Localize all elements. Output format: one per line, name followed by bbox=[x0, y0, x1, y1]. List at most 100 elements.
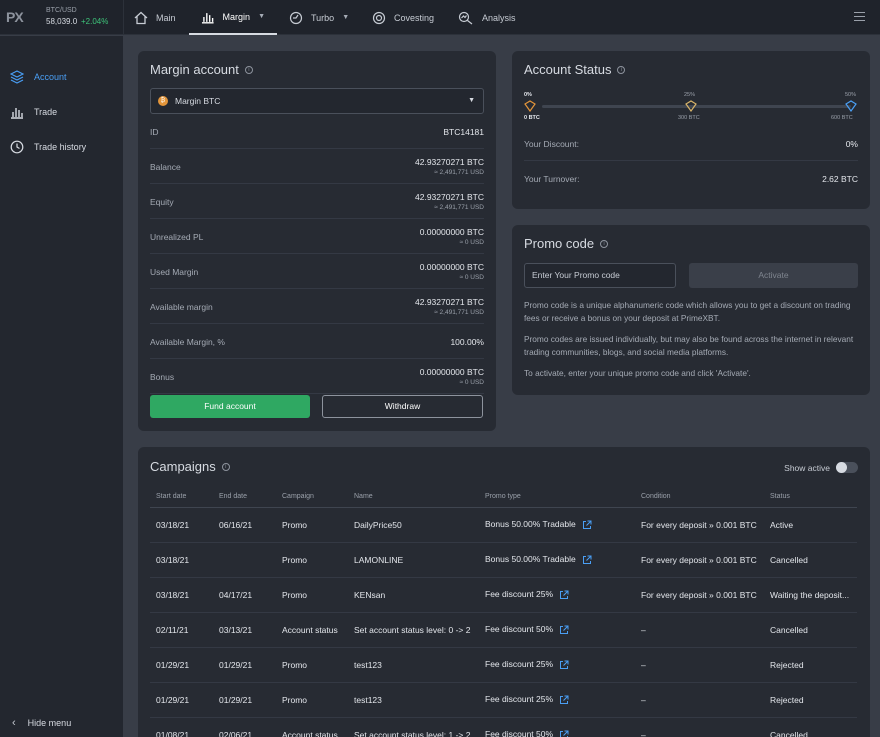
campaign-text: Promo bbox=[282, 554, 308, 565]
column-header: Campaign bbox=[276, 487, 348, 508]
clock-icon bbox=[10, 140, 24, 154]
row-label: Used Margin bbox=[150, 267, 199, 277]
chevron-left-icon: ‹ bbox=[12, 717, 16, 729]
cell-campaign: Account status bbox=[276, 612, 348, 648]
cell-start: 03/18/21 bbox=[150, 507, 213, 543]
promo-title: Promo code bbox=[524, 236, 595, 251]
status-text: Cancelled bbox=[770, 554, 808, 565]
cell-promo-type: Fee discount 25% bbox=[479, 647, 635, 683]
cell-end: 04/17/21 bbox=[213, 577, 276, 613]
promo-type-text: Fee discount 25% bbox=[485, 659, 554, 670]
end-text: 02/06/21 bbox=[219, 729, 253, 737]
turbo-icon bbox=[289, 11, 303, 24]
nav-margin[interactable]: Margin ▼ bbox=[189, 0, 277, 35]
cell-name: DailyPrice50 bbox=[348, 507, 479, 543]
external-link-icon[interactable] bbox=[559, 625, 569, 635]
row-value: 100.00% bbox=[450, 337, 484, 347]
sidebar-item-account[interactable]: Account bbox=[10, 70, 67, 84]
info-icon[interactable]: i bbox=[221, 462, 230, 471]
row-value-usd: ≈ 0 USD bbox=[459, 239, 484, 246]
nav-margin-label: Margin bbox=[222, 11, 251, 22]
external-link-icon[interactable] bbox=[559, 695, 569, 705]
cell-status: Cancelled bbox=[764, 542, 857, 578]
table-row: 03/18/21 04/17/21 Promo KENsan Fee discount … bbox=[150, 577, 857, 613]
show-active-toggle[interactable] bbox=[836, 462, 858, 473]
name-text: Set account status level: 1 -> 2 bbox=[354, 729, 471, 737]
table-header: Start date End date Campaign Name Promo type… bbox=[150, 487, 857, 508]
info-icon[interactable]: i bbox=[617, 65, 626, 74]
external-link-icon[interactable] bbox=[559, 660, 569, 670]
level-percent: 50% bbox=[845, 92, 857, 98]
row-label: Balance bbox=[150, 162, 181, 172]
activate-button[interactable]: Activate bbox=[689, 263, 858, 288]
start-text: 03/18/21 bbox=[156, 519, 190, 530]
status-text: Waiting the deposit... bbox=[770, 589, 850, 600]
bar-chart-icon bbox=[11, 108, 23, 119]
home-icon bbox=[134, 11, 148, 24]
cell-campaign: Promo bbox=[276, 682, 348, 718]
withdraw-button[interactable]: Withdraw bbox=[322, 395, 483, 418]
campaign-text: Promo bbox=[282, 589, 308, 600]
cell-end: 03/13/21 bbox=[213, 612, 276, 648]
cell-name: KENsan bbox=[348, 577, 479, 613]
sidebar: Account Trade Trade history ‹ Hide menu bbox=[0, 36, 123, 737]
level-percent: 25% bbox=[684, 92, 696, 98]
nav-main[interactable]: Main bbox=[134, 0, 176, 35]
margin-account-title: Margin account bbox=[150, 62, 239, 77]
start-text: 01/08/21 bbox=[156, 729, 190, 737]
cell-campaign: Promo bbox=[276, 507, 348, 543]
hamburger-menu-icon[interactable] bbox=[854, 12, 865, 24]
info-icon[interactable]: i bbox=[244, 65, 253, 74]
row-value-usd: ≈ 2,491,771 USD bbox=[434, 204, 484, 211]
account-select[interactable]: ₿ Margin BTC ▼ bbox=[150, 88, 484, 114]
logo[interactable]: PX bbox=[6, 9, 24, 25]
row-value-main: 0.00000000 BTC bbox=[419, 227, 484, 237]
nav-main-label: Main bbox=[156, 12, 176, 23]
external-link-icon[interactable] bbox=[582, 520, 592, 530]
promo-type-text: Fee discount 25% bbox=[485, 694, 554, 705]
cell-promo-type: Fee discount 25% bbox=[479, 577, 635, 613]
row-value-usd: ≈ 0 USD bbox=[459, 274, 484, 281]
nav-covesting[interactable]: Covesting bbox=[372, 0, 434, 35]
selected-account: Margin BTC bbox=[175, 96, 221, 106]
external-link-icon[interactable] bbox=[559, 730, 569, 737]
account-row: Bonus 0.00000000 BTC ≈ 0 USD bbox=[150, 359, 484, 394]
external-link-icon[interactable] bbox=[582, 555, 592, 565]
nav-covesting-label: Covesting bbox=[394, 12, 435, 23]
hide-menu-label: Hide menu bbox=[27, 718, 72, 728]
nav-analysis[interactable]: Analysis bbox=[458, 0, 516, 35]
cell-end: 01/29/21 bbox=[213, 682, 276, 718]
start-text: 02/11/21 bbox=[156, 624, 189, 635]
hide-menu-button[interactable]: ‹ Hide menu bbox=[12, 717, 71, 729]
discount-value: 0% bbox=[845, 139, 858, 149]
external-link-icon[interactable] bbox=[559, 590, 569, 600]
promo-code-input[interactable]: Enter Your Promo code bbox=[524, 263, 676, 288]
campaign-text: Account status bbox=[282, 624, 338, 635]
column-header: Status bbox=[764, 487, 857, 508]
row-value: 42.93270271 BTC ≈ 2,491,771 USD bbox=[415, 157, 484, 176]
promo-type-text: Bonus 50.00% Tradable bbox=[485, 519, 576, 530]
cell-campaign: Promo bbox=[276, 647, 348, 683]
layers-icon bbox=[10, 70, 24, 84]
name-text: Set account status level: 0 -> 2 bbox=[354, 624, 471, 635]
cell-name: test123 bbox=[348, 682, 479, 718]
cell-start: 01/29/21 bbox=[150, 647, 213, 683]
divider bbox=[123, 0, 124, 35]
status-text: Rejected bbox=[770, 694, 804, 705]
start-text: 03/18/21 bbox=[156, 589, 190, 600]
fund-account-button[interactable]: Fund account bbox=[150, 395, 310, 418]
start-text: 03/18/21 bbox=[156, 554, 190, 565]
column-header: End date bbox=[213, 487, 276, 508]
nav-turbo[interactable]: Turbo ▼ bbox=[289, 0, 349, 35]
row-label: Bonus bbox=[150, 372, 175, 382]
sidebar-item-trade[interactable]: Trade bbox=[10, 105, 57, 119]
sidebar-item-trade-history[interactable]: Trade history bbox=[10, 140, 86, 154]
level-bronze-icon bbox=[524, 100, 536, 112]
cell-end: 02/06/21 bbox=[213, 717, 276, 737]
campaign-text: Promo bbox=[282, 659, 308, 670]
promo-type-text: Fee discount 50% bbox=[485, 729, 554, 737]
ticker-pair[interactable]: BTC/USD bbox=[46, 7, 77, 14]
info-icon[interactable]: i bbox=[600, 239, 609, 248]
cell-status: Rejected bbox=[764, 682, 857, 718]
row-value-main: 0.00000000 BTC bbox=[419, 367, 484, 377]
